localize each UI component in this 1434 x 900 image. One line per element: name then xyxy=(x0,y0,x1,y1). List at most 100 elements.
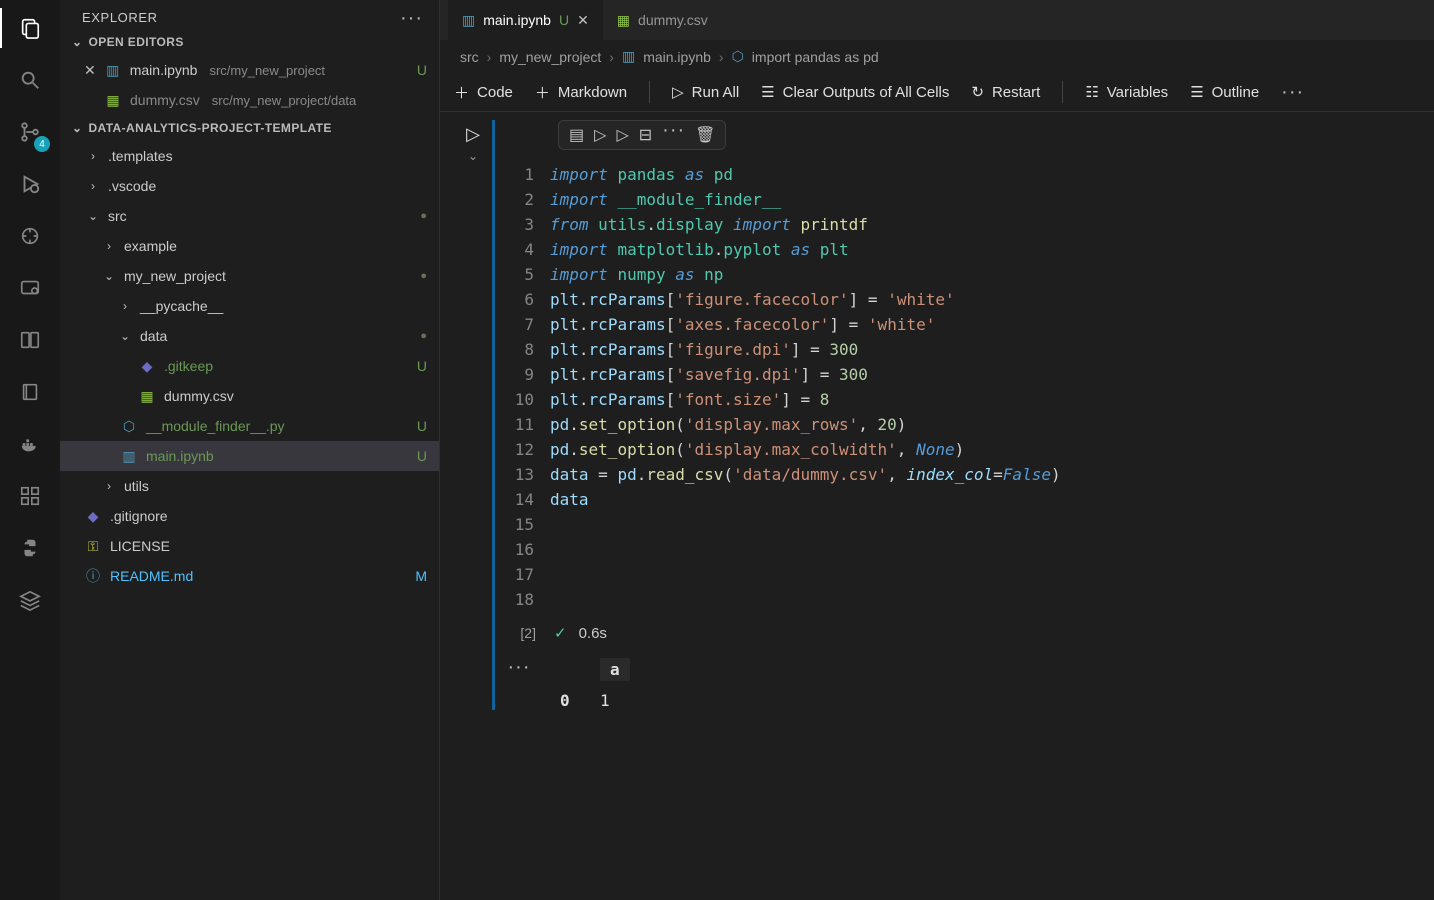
restart-button[interactable]: ↻Restart xyxy=(971,83,1040,101)
folder-my-new-project[interactable]: ⌄my_new_project● xyxy=(60,261,439,291)
add-markdown-button[interactable]: ＋Markdown xyxy=(535,82,627,103)
git-status-badge: U xyxy=(409,418,427,434)
git-status-badge: U xyxy=(409,448,427,464)
file-gitkeep[interactable]: ◆.gitkeepU xyxy=(60,351,439,381)
chevron-down-icon: ⌄ xyxy=(102,269,116,283)
chevron-down-icon: ⌄ xyxy=(72,35,82,49)
source-control-icon[interactable]: 4 xyxy=(14,116,46,148)
csv-file-icon: ▦ xyxy=(617,12,630,29)
clear-outputs-button[interactable]: ☰Clear Outputs of All Cells xyxy=(761,83,949,101)
execute-below-icon[interactable]: ▷ xyxy=(616,125,628,145)
notebook-toolbar: ＋Code ＋Markdown ▷Run All ☰Clear Outputs … xyxy=(440,73,1434,112)
folder-data[interactable]: ⌄data● xyxy=(60,321,439,351)
file-readme[interactable]: ⓘREADME.mdM xyxy=(60,561,439,591)
breadcrumb[interactable]: src› my_new_project› ▥ main.ipynb› ⬡ imp… xyxy=(440,40,1434,73)
folder-example[interactable]: ›example xyxy=(60,231,439,261)
folder-pycache[interactable]: ›__pycache__ xyxy=(60,291,439,321)
explorer-icon[interactable] xyxy=(14,12,46,44)
plus-icon: ＋ xyxy=(454,82,469,103)
git-status-badge: M xyxy=(409,568,427,584)
run-by-line-icon[interactable]: ▤ xyxy=(569,125,584,145)
run-debug-icon[interactable] xyxy=(14,168,46,200)
cell-more-icon[interactable]: ··· xyxy=(662,125,685,145)
notebook-file-icon: ▥ xyxy=(462,12,475,29)
sidebar-header: EXPLORER ··· xyxy=(60,0,439,31)
source-control-badge: 4 xyxy=(34,136,50,152)
clear-icon: ☰ xyxy=(761,83,774,101)
outline-icon: ☰ xyxy=(1190,83,1203,101)
tab-main-ipynb[interactable]: ▥ main.ipynb U ✕ xyxy=(448,0,603,40)
file-main-ipynb[interactable]: ▥main.ipynbU xyxy=(60,441,439,471)
editor-area: ▥ main.ipynb U ✕ ▦ dummy.csv src› my_new… xyxy=(440,0,1434,900)
folder-templates[interactable]: ›.templates xyxy=(60,141,439,171)
close-icon[interactable]: ✕ xyxy=(84,62,96,79)
python-file-icon: ⬡ xyxy=(732,48,744,65)
chevron-down-icon: ⌄ xyxy=(72,121,82,135)
project-header[interactable]: ⌄ DATA-ANALYTICS-PROJECT-TEMPLATE xyxy=(60,117,439,139)
panel-icon[interactable] xyxy=(14,324,46,356)
grid-icon[interactable] xyxy=(14,480,46,512)
explorer-sidebar: EXPLORER ··· ⌄ OPEN EDITORS ✕ ▥ main.ipy… xyxy=(60,0,440,900)
dataframe-header: a xyxy=(560,658,630,681)
chevron-right-icon: › xyxy=(102,479,116,493)
git-file-icon: ◆ xyxy=(84,508,102,525)
chevron-right-icon: › xyxy=(102,239,116,253)
file-gitignore[interactable]: ◆.gitignore xyxy=(60,501,439,531)
file-module-finder[interactable]: ⬡__module_finder__.pyU xyxy=(60,411,439,441)
close-icon[interactable]: ✕ xyxy=(577,12,589,29)
execution-time: 0.6s xyxy=(579,625,607,642)
chevron-right-icon: › xyxy=(86,179,100,193)
activity-bar: 4 xyxy=(0,0,60,900)
split-cell-icon[interactable]: ⊟ xyxy=(639,125,652,145)
run-cell-icon[interactable]: ▷ xyxy=(466,124,480,145)
git-file-icon: ◆ xyxy=(138,358,156,375)
extensions-icon[interactable] xyxy=(14,220,46,252)
cell-output: ··· a 0 1 xyxy=(496,654,1418,710)
open-editor-item[interactable]: ▦ dummy.csv src/my_new_project/data xyxy=(60,85,439,115)
dirty-dot-icon: ● xyxy=(420,270,427,282)
info-file-icon: ⓘ xyxy=(84,566,102,586)
run-all-icon: ▷ xyxy=(672,83,684,101)
code-editor[interactable]: 123456789101112131415161718 import panda… xyxy=(496,156,1418,618)
dirty-dot-icon: ● xyxy=(420,210,427,222)
stack-icon[interactable] xyxy=(14,584,46,616)
chevron-down-icon[interactable]: ⌄ xyxy=(468,149,478,163)
sidebar-more-icon[interactable]: ··· xyxy=(400,13,423,23)
open-editors-header[interactable]: ⌄ OPEN EDITORS xyxy=(60,31,439,53)
search-icon[interactable] xyxy=(14,64,46,96)
variables-button[interactable]: ☷Variables xyxy=(1085,83,1168,101)
plus-icon: ＋ xyxy=(535,82,550,103)
toolbar-more-icon[interactable]: ··· xyxy=(1281,87,1304,97)
folder-vscode[interactable]: ›.vscode xyxy=(60,171,439,201)
add-code-button[interactable]: ＋Code xyxy=(454,82,513,103)
git-status-badge: U xyxy=(409,62,427,78)
execute-above-icon[interactable]: ▷ xyxy=(594,125,606,145)
outline-button[interactable]: ☰Outline xyxy=(1190,83,1259,101)
open-editor-item[interactable]: ✕ ▥ main.ipynb src/my_new_project U xyxy=(60,55,439,85)
dataframe-row: 0 1 xyxy=(560,681,630,710)
tab-dummy-csv[interactable]: ▦ dummy.csv xyxy=(603,0,722,40)
book-icon[interactable] xyxy=(14,376,46,408)
delete-cell-icon[interactable]: 🗑 xyxy=(695,125,715,145)
file-dummy-csv[interactable]: ▦dummy.csv xyxy=(60,381,439,411)
output-more-icon[interactable]: ··· xyxy=(508,656,531,678)
license-file-icon: ⚿ xyxy=(84,538,102,555)
remote-icon[interactable] xyxy=(14,272,46,304)
chevron-right-icon: › xyxy=(86,149,100,163)
docker-icon[interactable] xyxy=(14,428,46,460)
run-all-button[interactable]: ▷Run All xyxy=(672,83,739,101)
cell-toolbar: ▤ ▷ ▷ ⊟ ··· 🗑 xyxy=(558,120,726,150)
restart-icon: ↻ xyxy=(971,83,984,101)
file-license[interactable]: ⚿LICENSE xyxy=(60,531,439,561)
execution-status: [2] ✓ 0.6s xyxy=(496,618,1418,648)
cell-indicator xyxy=(492,120,495,710)
check-icon: ✓ xyxy=(554,624,567,642)
csv-file-icon: ▦ xyxy=(104,92,122,109)
execution-count: [2] xyxy=(496,625,542,641)
notebook-file-icon: ▥ xyxy=(104,62,122,79)
git-status-badge: U xyxy=(409,358,427,374)
folder-src[interactable]: ⌄src● xyxy=(60,201,439,231)
python-icon[interactable] xyxy=(14,532,46,564)
folder-utils[interactable]: ›utils xyxy=(60,471,439,501)
dirty-dot-icon: ● xyxy=(420,330,427,342)
